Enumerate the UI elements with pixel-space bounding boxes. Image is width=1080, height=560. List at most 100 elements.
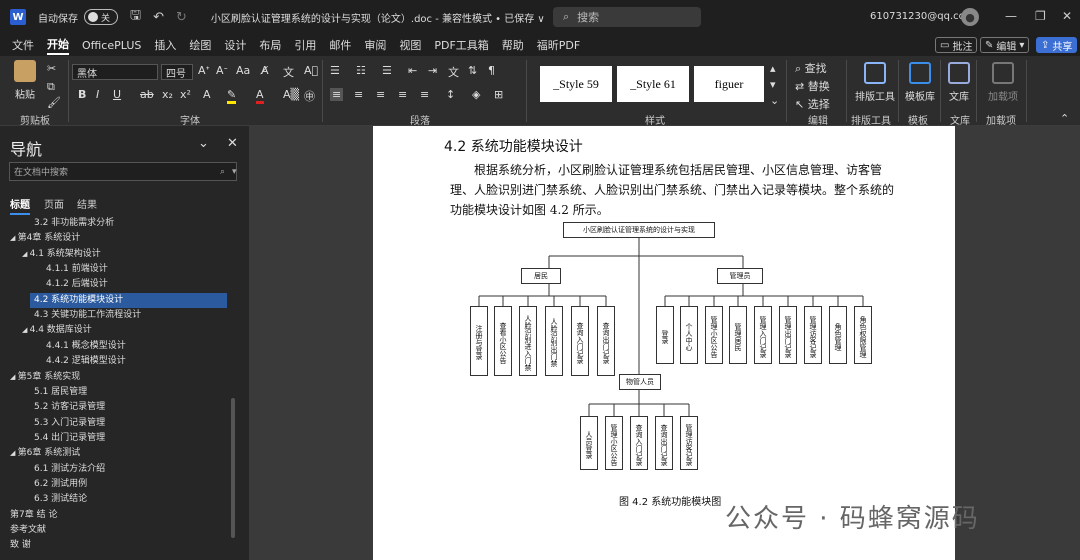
- gallery-down-icon[interactable]: ▾: [770, 78, 776, 91]
- autosave-toggle[interactable]: 关: [84, 9, 118, 25]
- search-box[interactable]: ⌕ 搜索: [553, 7, 701, 27]
- nav-tree-item[interactable]: 5.1 居民管理: [34, 385, 87, 400]
- layout-tool-button[interactable]: 排版工具: [855, 62, 895, 103]
- diagram-property-node[interactable]: 物管人员: [619, 374, 661, 390]
- doc-lib-button[interactable]: 文库: [948, 62, 970, 103]
- nav-tree-item[interactable]: 4.1.2 后端设计: [46, 277, 108, 292]
- diagram-admin-node[interactable]: 管理员: [717, 268, 763, 284]
- nav-tree-item[interactable]: 6.3 测试结论: [34, 492, 87, 507]
- menu-tab[interactable]: 设计: [224, 37, 246, 53]
- diagram-leaf-node[interactable]: 查看小区公告: [494, 306, 512, 376]
- diagram-leaf-node[interactable]: 登录: [656, 306, 674, 364]
- clear-format-icon[interactable]: A̸: [261, 64, 269, 77]
- nav-tab-results[interactable]: 结果: [77, 196, 97, 211]
- expand-arrow-icon[interactable]: ◢: [10, 449, 18, 457]
- menu-tab[interactable]: 福昕PDF: [537, 37, 580, 53]
- expand-arrow-icon[interactable]: ◢: [22, 326, 30, 334]
- enclose-char-icon[interactable]: ㊥: [304, 88, 315, 104]
- decrease-indent-icon[interactable]: ⇤: [408, 64, 417, 77]
- menu-tab[interactable]: 开始: [47, 36, 69, 55]
- close-window-icon[interactable]: ✕: [1062, 9, 1072, 23]
- body-paragraph-line[interactable]: 功能模块设计如图 4.2 所示。: [450, 201, 609, 218]
- nav-tree-item[interactable]: 5.2 访客记录管理: [34, 400, 105, 415]
- italic-icon[interactable]: I: [96, 88, 99, 101]
- nav-tree-item[interactable]: 4.4.1 概念模型设计: [46, 339, 126, 354]
- nav-tree-item[interactable]: 参考文献: [10, 523, 46, 538]
- gallery-more-icon[interactable]: ⌄: [770, 94, 779, 107]
- nav-tree-item[interactable]: 4.2 系统功能模块设计: [30, 292, 227, 308]
- diagram-resident-node[interactable]: 居民: [521, 268, 561, 284]
- copy-icon[interactable]: ⧉: [47, 80, 55, 94]
- diagram-leaf-node[interactable]: 人员登录: [580, 416, 598, 470]
- nav-tree-item[interactable]: 第7章 结 论: [10, 508, 57, 523]
- nav-tree-item[interactable]: ◢ 第5章 系统实现: [10, 370, 80, 385]
- nav-tree-item[interactable]: 5.3 入门记录管理: [34, 416, 105, 431]
- addin-button[interactable]: 加载项: [988, 62, 1018, 103]
- format-painter-icon[interactable]: 🖌: [47, 96, 61, 109]
- menu-tab[interactable]: 插入: [154, 37, 176, 53]
- menu-tab[interactable]: OfficePLUS: [82, 39, 141, 52]
- menu-tab[interactable]: 审阅: [364, 37, 386, 53]
- expand-arrow-icon[interactable]: ◢: [10, 234, 18, 242]
- chinese-layout-icon[interactable]: 文: [448, 64, 459, 80]
- account-email[interactable]: 610731230@qq.com: [870, 11, 975, 22]
- diagram-leaf-node[interactable]: 查询入门记录: [571, 306, 589, 376]
- diagram-leaf-node[interactable]: 管理小区公告: [605, 416, 623, 470]
- cut-icon[interactable]: ✂: [47, 62, 56, 75]
- style-gallery-item-3[interactable]: figuer: [694, 66, 764, 102]
- multilevel-list-icon[interactable]: ☰: [382, 64, 392, 77]
- collapse-ribbon-icon[interactable]: ⌃: [1060, 112, 1069, 125]
- shading-fill-icon[interactable]: ◈: [472, 88, 480, 101]
- shading-icon[interactable]: A▒: [283, 88, 299, 101]
- align-center-icon[interactable]: ≡: [354, 88, 363, 101]
- menu-tab[interactable]: 文件: [12, 37, 34, 53]
- nav-scrollbar[interactable]: [231, 398, 235, 538]
- undo-icon[interactable]: ↶: [153, 10, 164, 25]
- change-case-icon[interactable]: Aa: [236, 64, 250, 77]
- close-icon[interactable]: ✕: [227, 136, 238, 151]
- nav-search-input[interactable]: 在文档中搜索 ⌕ ▾: [9, 162, 237, 181]
- borders-icon[interactable]: ⊞: [494, 88, 503, 101]
- nav-tree-item[interactable]: ◢ 第6章 系统测试: [10, 446, 80, 461]
- nav-tree-item[interactable]: ◢ 4.4 数据库设计: [22, 323, 92, 338]
- diagram-leaf-node[interactable]: 管理小区公告: [705, 306, 723, 364]
- font-color-icon[interactable]: A: [256, 88, 264, 104]
- edit-mode-button[interactable]: ✎ 编辑 ▾: [980, 37, 1030, 53]
- diagram-leaf-node[interactable]: 人脸识别出门禁: [545, 306, 563, 376]
- select-button[interactable]: ↖ 选择: [795, 96, 830, 112]
- style-gallery-item-2[interactable]: _Style 61: [617, 66, 689, 102]
- show-marks-icon[interactable]: ¶: [488, 64, 495, 77]
- nav-tree-item[interactable]: 5.4 出门记录管理: [34, 431, 105, 446]
- nav-tree-item[interactable]: ◢ 4.1 系统架构设计: [22, 247, 101, 262]
- phonetic-icon[interactable]: 文: [283, 64, 294, 80]
- nav-tree-item[interactable]: ◢ 第4章 系统设计: [10, 231, 80, 246]
- body-paragraph-line[interactable]: 根据系统分析，小区刷脸认证管理系统包括居民管理、小区信息管理、访客管: [474, 161, 882, 178]
- figure-caption[interactable]: 图 4.2 系统功能模块图: [619, 493, 721, 508]
- avatar[interactable]: ●: [961, 8, 979, 26]
- diagram-leaf-node[interactable]: 管理入门记录: [754, 306, 772, 364]
- diagram-leaf-node[interactable]: 个人中心: [680, 306, 698, 364]
- menu-tab[interactable]: 绘图: [189, 37, 211, 53]
- diagram-leaf-node[interactable]: 管理访客记录: [680, 416, 698, 470]
- line-spacing-icon[interactable]: ↕: [446, 88, 455, 101]
- superscript-icon[interactable]: x²: [180, 88, 191, 101]
- menu-tab[interactable]: 邮件: [329, 37, 351, 53]
- diagram-leaf-node[interactable]: 查询出门记录: [655, 416, 673, 470]
- redo-icon[interactable]: ↻: [176, 10, 187, 25]
- section-heading[interactable]: 4.2 系统功能模块设计: [444, 136, 583, 156]
- underline-icon[interactable]: U: [113, 88, 121, 101]
- replace-button[interactable]: ⇄ 替换: [795, 78, 830, 94]
- nav-tree-item[interactable]: 3.2 非功能需求分析: [34, 216, 114, 231]
- diagram-leaf-node[interactable]: 查询出门记录: [597, 306, 615, 376]
- menu-tab[interactable]: 视图: [399, 37, 421, 53]
- save-icon[interactable]: 🖫: [130, 6, 141, 28]
- distribute-icon[interactable]: ≡: [420, 88, 429, 101]
- align-left-icon[interactable]: ≡: [330, 88, 344, 101]
- strikethrough-icon[interactable]: ab: [140, 88, 154, 101]
- nav-tab-headings[interactable]: 标题: [10, 196, 30, 215]
- diagram-leaf-node[interactable]: 角色权限管理: [854, 306, 872, 364]
- menu-tab[interactable]: PDF工具箱: [434, 37, 488, 53]
- minimize-icon[interactable]: —: [1005, 9, 1017, 23]
- restore-icon[interactable]: ❐: [1035, 9, 1046, 23]
- diagram-leaf-node[interactable]: 角色管理: [829, 306, 847, 364]
